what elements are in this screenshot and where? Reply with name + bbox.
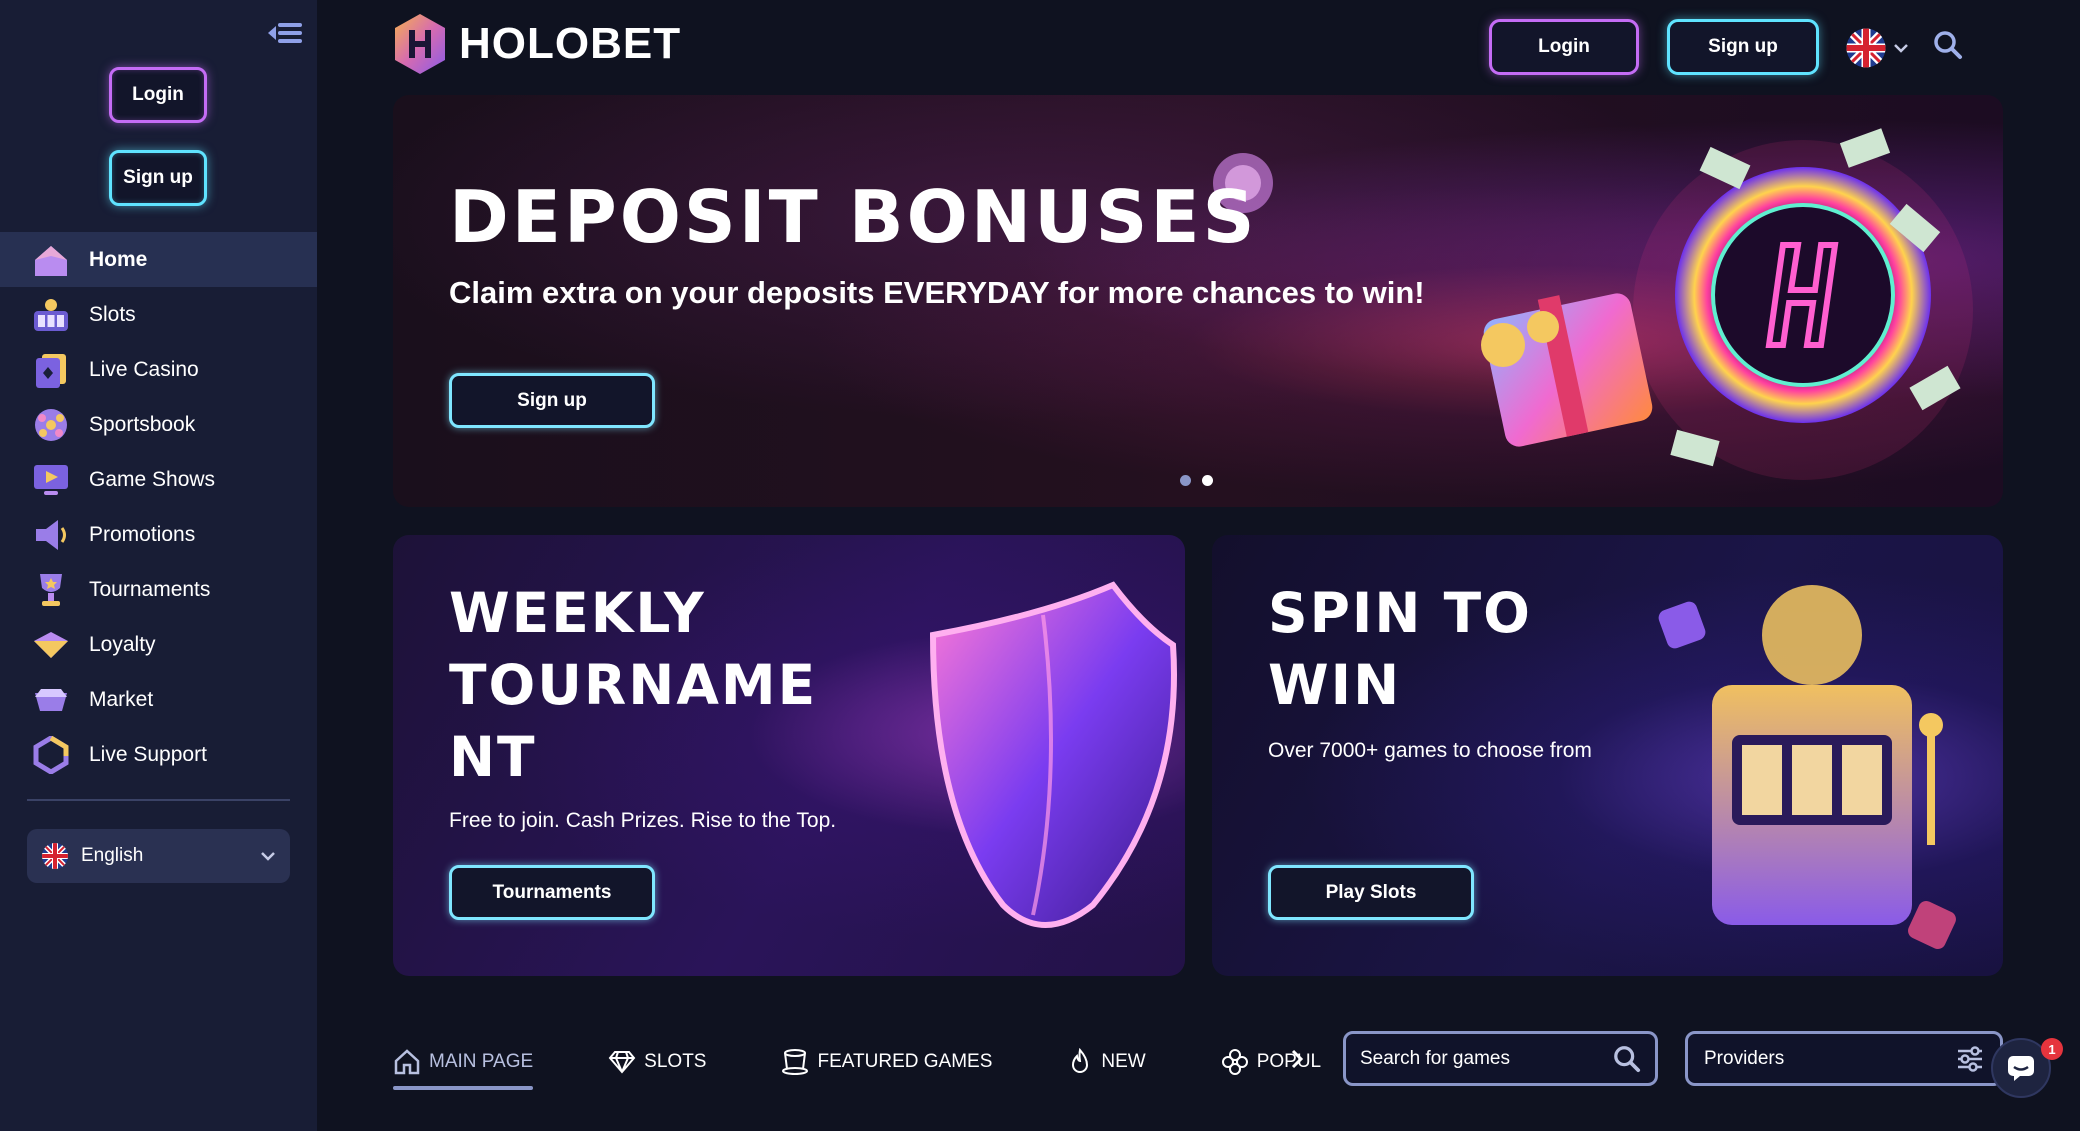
tab-slots[interactable]: SLOTS: [608, 1034, 706, 1090]
tab-label: FEATURED GAMES: [817, 1051, 993, 1072]
search-icon[interactable]: [1613, 1045, 1641, 1073]
chevron-down-icon: [261, 852, 275, 861]
game-shows-icon: [32, 461, 70, 499]
tab-label: SLOTS: [644, 1051, 707, 1072]
uk-flag-icon: [1846, 28, 1886, 68]
support-icon: [32, 735, 70, 774]
sidebar-divider: [27, 799, 290, 801]
game-category-tabs: MAIN PAGE SLOTS FEATURED GAMES NEW POPUL: [393, 1032, 1396, 1092]
sidebar-item-home[interactable]: Home: [0, 232, 317, 287]
sidebar-item-loyalty[interactable]: Loyalty: [0, 617, 317, 672]
shield-illustration: [929, 581, 1177, 928]
sidebar-item-label: Game Shows: [89, 467, 216, 491]
brand-name: HOLOBET: [459, 19, 682, 68]
hero-banner: DEPOSIT BONUSES Claim extra on your depo…: [393, 95, 2003, 507]
live-casino-icon: [32, 351, 70, 389]
top-hat-icon: [782, 1049, 809, 1075]
tournament-card-title: WEEKLY TOURNAME NT: [449, 581, 818, 789]
loyalty-icon: [32, 626, 70, 664]
tabs-scroll-right-button[interactable]: [1290, 1049, 1304, 1074]
sidebar: Login Sign up Home Slots Live Casino Spo…: [0, 0, 317, 1131]
game-search-input[interactable]: [1360, 1047, 1613, 1070]
sidebar-item-label: Promotions: [89, 522, 196, 546]
language-label: English: [81, 845, 144, 866]
tournament-promo-card: WEEKLY TOURNAME NT Free to join. Cash Pr…: [393, 535, 1185, 976]
sidebar-signup-button[interactable]: Sign up: [109, 150, 207, 206]
header-language-selector[interactable]: [1845, 27, 1909, 69]
sportsbook-icon: [32, 406, 70, 444]
tournaments-button[interactable]: Tournaments: [449, 865, 655, 920]
slots-promo-card: SPIN TO WIN Over 7000+ games to choose f…: [1212, 535, 2003, 976]
tab-label: POPUL: [1256, 1051, 1322, 1072]
sidebar-item-market[interactable]: Market: [0, 672, 317, 727]
sidebar-item-live-casino[interactable]: Live Casino: [0, 342, 317, 397]
sidebar-item-label: Home: [89, 247, 148, 271]
tab-main-page[interactable]: MAIN PAGE: [393, 1034, 534, 1090]
sidebar-item-label: Market: [89, 687, 154, 711]
carousel-dot[interactable]: [1180, 475, 1191, 486]
tournament-card-description: Free to join. Cash Prizes. Rise to the T…: [449, 809, 837, 832]
carousel-dots: [1180, 475, 1213, 486]
providers-filter[interactable]: Providers: [1685, 1031, 2003, 1086]
carousel-dot[interactable]: [1202, 475, 1213, 486]
home-icon: [32, 241, 70, 279]
language-select[interactable]: English: [27, 829, 290, 883]
tab-popular[interactable]: POPUL: [1221, 1034, 1321, 1090]
flame-icon: [1072, 1048, 1089, 1073]
game-search: [1343, 1031, 1658, 1086]
tab-featured-games[interactable]: FEATURED GAMES: [781, 1034, 992, 1090]
providers-label: Providers: [1704, 1047, 1785, 1069]
collapse-sidebar-button[interactable]: [262, 18, 306, 48]
slots-icon: [32, 296, 70, 334]
chat-notification-badge: 1: [2041, 1038, 2063, 1060]
search-icon: [1934, 31, 1962, 59]
sidebar-item-promotions[interactable]: Promotions: [0, 507, 317, 562]
header-login-button[interactable]: Login: [1489, 19, 1639, 75]
hero-title: DEPOSIT BONUSES: [449, 175, 1258, 259]
spin-card-description: Over 7000+ games to choose from: [1268, 739, 1592, 762]
hero-signup-button[interactable]: Sign up: [449, 373, 655, 428]
play-slots-button[interactable]: Play Slots: [1268, 865, 1474, 920]
tab-label: NEW: [1101, 1051, 1146, 1072]
slot-machine-illustration: [1658, 585, 1956, 949]
header-signup-button[interactable]: Sign up: [1667, 19, 1819, 75]
sidebar-item-slots[interactable]: Slots: [0, 287, 317, 342]
tab-new[interactable]: NEW: [1067, 1034, 1146, 1090]
holobet-logo-icon: [395, 14, 445, 74]
market-icon: [32, 681, 70, 719]
diamond-icon: [608, 1051, 636, 1074]
clover-icon: [1221, 1049, 1248, 1075]
megaphone-icon: [32, 516, 70, 554]
sidebar-item-label: Live Casino: [89, 357, 199, 381]
filter-sliders-icon: [1958, 1045, 1982, 1072]
home-outline-icon: [394, 1049, 420, 1075]
chevron-right-icon: [1291, 1049, 1304, 1069]
sidebar-item-label: Slots: [89, 302, 136, 326]
header-search-button[interactable]: [1933, 30, 1963, 65]
hero-subtitle: Claim extra on your deposits EVERYDAY fo…: [449, 275, 1425, 310]
sidebar-item-game-shows[interactable]: Game Shows: [0, 452, 317, 507]
trophy-icon: [32, 571, 70, 609]
sidebar-item-label: Live Support: [89, 742, 207, 766]
sidebar-item-tournaments[interactable]: Tournaments: [0, 562, 317, 617]
brand-logo[interactable]: HOLOBET: [393, 12, 681, 76]
sidebar-item-live-support[interactable]: Live Support: [0, 727, 317, 782]
collapse-menu-icon: [268, 23, 302, 43]
sidebar-login-button[interactable]: Login: [109, 67, 207, 123]
spin-card-title: SPIN TO WIN: [1268, 581, 1532, 717]
sidebar-item-sportsbook[interactable]: Sportsbook: [0, 397, 317, 452]
tab-label: MAIN PAGE: [429, 1051, 534, 1072]
sidebar-item-label: Sportsbook: [89, 412, 196, 436]
chevron-down-icon: [1894, 44, 1908, 53]
chat-icon: [2008, 1056, 2034, 1081]
hero-illustration: [1481, 128, 1973, 480]
uk-flag-icon: [42, 843, 68, 869]
sidebar-item-label: Tournaments: [89, 577, 211, 601]
sidebar-item-label: Loyalty: [89, 632, 156, 656]
sidebar-nav: Home Slots Live Casino Sportsbook Game S…: [0, 232, 317, 782]
